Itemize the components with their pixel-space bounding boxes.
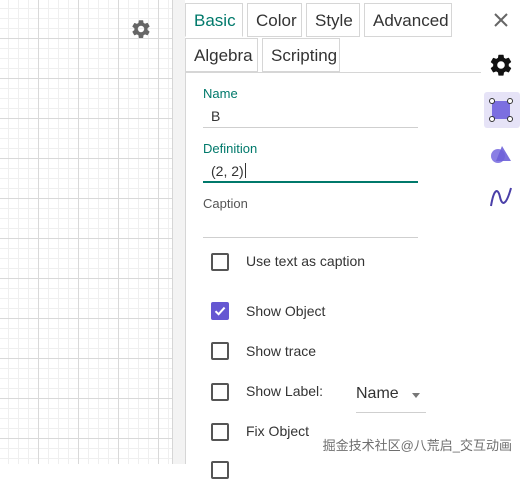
definition-label: Definition: [203, 141, 258, 156]
basic-tab-content: Name B Definition (2, 2) Caption Use tex…: [185, 72, 481, 479]
tab-color[interactable]: Color: [247, 3, 302, 37]
show-trace-checkbox[interactable]: [211, 342, 229, 360]
fix-object-checkbox[interactable]: [211, 423, 229, 441]
point-style-icon[interactable]: [488, 97, 514, 123]
show-label-label: Show Label:: [246, 383, 324, 399]
label-mode-value: Name: [356, 385, 399, 402]
tab-advanced[interactable]: Advanced: [364, 3, 452, 37]
show-object-label: Show Object: [246, 303, 326, 319]
tab-scripting[interactable]: Scripting: [262, 38, 340, 72]
fix-object-label: Fix Object: [246, 423, 310, 439]
use-text-as-caption-checkbox[interactable]: [211, 253, 229, 271]
caption-field[interactable]: [203, 216, 418, 238]
gear-icon[interactable]: [488, 52, 514, 78]
tab-basic[interactable]: Basic: [185, 3, 243, 37]
show-label-checkbox[interactable]: [211, 383, 229, 401]
caption-label: Caption: [203, 196, 248, 211]
text-cursor: [244, 163, 246, 178]
close-icon[interactable]: [491, 10, 511, 30]
curve-icon[interactable]: [488, 184, 514, 210]
use-text-as-caption-label: Use text as caption: [246, 253, 366, 269]
graphics-view[interactable]: [0, 0, 172, 464]
tab-algebra[interactable]: Algebra: [185, 38, 258, 72]
check-icon: [214, 306, 226, 316]
panel-scrollbar[interactable]: [468, 72, 478, 464]
label-mode-select[interactable]: Name: [356, 379, 426, 413]
definition-field[interactable]: (2, 2): [203, 161, 418, 183]
properties-panel: Basic Color Style Advanced Algebra Scrip…: [185, 0, 481, 479]
show-trace-label: Show trace: [246, 343, 317, 359]
tab-style[interactable]: Style: [306, 3, 360, 37]
watermark-text: 掘金技术社区@八荒启_交互动画: [322, 438, 512, 453]
shapes-icon[interactable]: [488, 141, 514, 167]
name-field[interactable]: B: [203, 106, 418, 128]
gear-icon[interactable]: [130, 18, 152, 40]
view-divider[interactable]: [172, 0, 185, 464]
name-label: Name: [203, 86, 238, 101]
caret-down-icon: [412, 393, 420, 398]
definition-value: (2, 2): [211, 163, 244, 179]
show-object-checkbox[interactable]: [211, 302, 229, 320]
